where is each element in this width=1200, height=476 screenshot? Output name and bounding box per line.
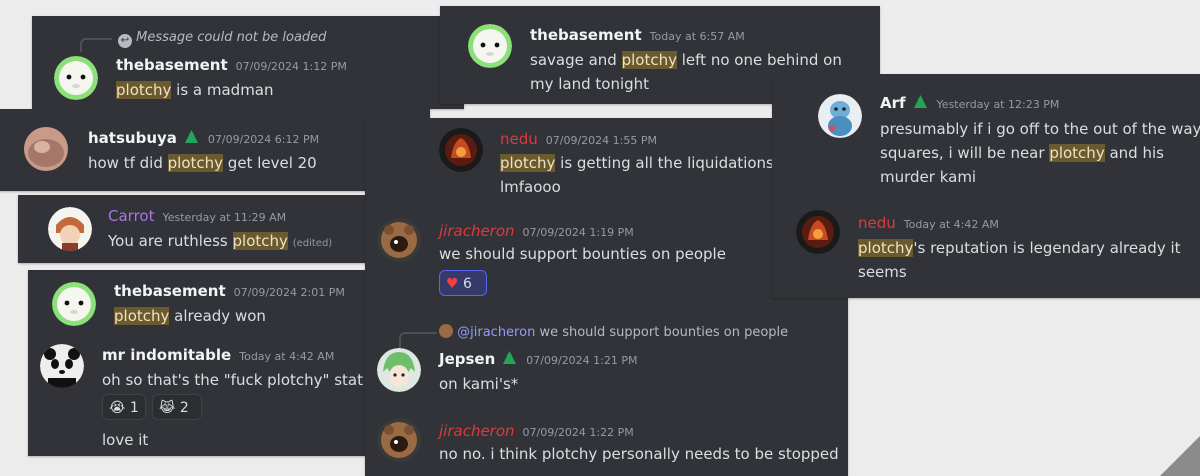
- message-text: You are ruthless plotchy (edited): [108, 232, 333, 250]
- verified-badge-icon: [912, 94, 929, 111]
- photo-avatar-icon: [24, 127, 68, 171]
- reply-avatar-icon: [439, 324, 453, 338]
- timestamp: Yesterday at 11:29 AM: [162, 211, 287, 224]
- avatar[interactable]: [52, 282, 96, 326]
- anime-girl-avatar-icon: [377, 348, 421, 392]
- author-name[interactable]: Arf Yesterday at 12:23 PM: [880, 94, 1059, 112]
- avatar[interactable]: [818, 94, 862, 138]
- message-text: on kami's*: [439, 375, 519, 393]
- figure-avatar-icon: [818, 94, 862, 138]
- message-card-group-right: Arf Yesterday at 12:23 PM presumably if i…: [772, 74, 1200, 298]
- avatar[interactable]: [48, 207, 92, 251]
- reply-preview[interactable]: ↩ Message could not be loaded: [118, 30, 326, 48]
- author-name[interactable]: thebasement 07/09/2024 2:01 PM: [114, 282, 345, 300]
- avatar[interactable]: [377, 348, 421, 392]
- timestamp: 07/09/2024 1:55 PM: [545, 134, 657, 147]
- timestamp: 07/09/2024 1:21 PM: [526, 354, 638, 367]
- timestamp: Today at 6:57 AM: [649, 30, 745, 43]
- reaction-heart[interactable]: ♥ 6: [439, 270, 487, 296]
- verified-badge-icon: [183, 129, 200, 146]
- avatar[interactable]: [377, 218, 421, 262]
- message-text: plotchy is getting all the liquidations: [500, 154, 774, 172]
- fire-avatar-icon: [796, 210, 840, 254]
- reaction-cat-smile[interactable]: 😹 2: [152, 394, 202, 420]
- reaction-crying[interactable]: 😭 1: [102, 394, 146, 420]
- message-text: savage and plotchy left no one behind on: [530, 51, 842, 69]
- message-text: no no. i think plotchy personally needs …: [439, 445, 839, 463]
- creature-avatar-icon: [377, 418, 421, 462]
- ghost-avatar-icon: [468, 24, 512, 68]
- ghost-avatar-icon: [52, 282, 96, 326]
- message-card-group-left: thebasement 07/09/2024 2:01 PM plotchy al…: [28, 270, 370, 456]
- timestamp: Yesterday at 12:23 PM: [936, 98, 1060, 111]
- timestamp: 07/09/2024 2:01 PM: [233, 286, 345, 299]
- message-text: love it: [102, 431, 149, 449]
- avatar[interactable]: [796, 210, 840, 254]
- reply-line: [399, 332, 437, 348]
- author-name[interactable]: jiracheron 07/09/2024 1:19 PM: [439, 222, 634, 240]
- timestamp: 07/09/2024 1:19 PM: [522, 226, 634, 239]
- highlight: plotchy: [500, 154, 556, 172]
- creature-avatar-icon: [377, 218, 421, 262]
- highlight: plotchy: [167, 154, 224, 172]
- message-text: plotchy is a madman: [116, 81, 274, 99]
- avatar[interactable]: [54, 56, 98, 100]
- message-text: oh so that's the "fuck plotchy" stat: [102, 371, 363, 389]
- highlight: plotchy: [1049, 144, 1105, 162]
- avatar[interactable]: [468, 24, 512, 68]
- message-text: murder kami: [880, 168, 977, 186]
- corner-decoration: [1160, 436, 1200, 476]
- avatar[interactable]: [24, 127, 68, 171]
- timestamp: Today at 4:42 AM: [239, 350, 335, 363]
- reply-line: [80, 38, 112, 52]
- author-name[interactable]: thebasement Today at 6:57 AM: [530, 26, 745, 44]
- author-name[interactable]: nedu Today at 4:42 AM: [858, 214, 999, 232]
- author-name[interactable]: hatsubuya 07/09/2024 6:12 PM: [88, 129, 319, 147]
- timestamp: 07/09/2024 1:22 PM: [522, 426, 634, 439]
- message-text: how tf did plotchy get level 20: [88, 154, 317, 172]
- message-text: seems: [858, 263, 907, 281]
- edited-label: (edited): [292, 238, 333, 249]
- message-text: plotchy's reputation is legendary alread…: [858, 239, 1181, 257]
- author-name[interactable]: Jepsen 07/09/2024 1:21 PM: [439, 350, 638, 368]
- reply-mention: @jiracheron: [457, 325, 536, 340]
- message-card-carrot: Carrot Yesterday at 11:29 AM You are ruth…: [18, 195, 380, 263]
- author-name[interactable]: thebasement 07/09/2024 1:12 PM: [116, 56, 347, 74]
- verified-badge-icon: [501, 350, 518, 367]
- author-name[interactable]: jiracheron 07/09/2024 1:22 PM: [439, 422, 634, 440]
- reply-icon: ↩: [118, 34, 132, 48]
- panda-avatar-icon: [40, 344, 84, 388]
- highlight: plotchy: [858, 239, 914, 257]
- avatar[interactable]: [439, 128, 483, 172]
- timestamp: 07/09/2024 6:12 PM: [207, 133, 320, 146]
- reply-preview[interactable]: @jiracheron we should support bounties o…: [439, 324, 788, 340]
- highlight: plotchy: [232, 232, 288, 250]
- message-text: plotchy already won: [114, 307, 266, 325]
- highlight: plotchy: [116, 81, 172, 99]
- author-name[interactable]: nedu 07/09/2024 1:55 PM: [500, 130, 657, 148]
- ghost-avatar-icon: [54, 56, 98, 100]
- timestamp: 07/09/2024 1:12 PM: [235, 60, 347, 73]
- message-card-thebasement-madman: ↩ Message could not be loaded thebasemen…: [32, 16, 464, 109]
- timestamp: Today at 4:42 AM: [903, 218, 999, 231]
- avatar[interactable]: [377, 418, 421, 462]
- highlight: plotchy: [114, 307, 170, 325]
- reply-text: we should support bounties on people: [535, 325, 789, 340]
- message-text: presumably if i go off to the out of the…: [880, 120, 1200, 138]
- avatar[interactable]: [40, 344, 84, 388]
- message-text: my land tonight: [530, 75, 650, 93]
- message-text: we should support bounties on people: [439, 245, 726, 263]
- fire-avatar-icon: [439, 128, 483, 172]
- author-name[interactable]: Carrot Yesterday at 11:29 AM: [108, 207, 286, 225]
- message-text: squares, i will be near plotchy and his: [880, 144, 1164, 162]
- author-name[interactable]: mr indomitable Today at 4:42 AM: [102, 346, 334, 364]
- highlight: plotchy: [621, 51, 677, 69]
- message-text: lmfaooo: [500, 178, 561, 196]
- reply-text: Message could not be loaded: [136, 30, 327, 45]
- anime-avatar-icon: [48, 207, 92, 251]
